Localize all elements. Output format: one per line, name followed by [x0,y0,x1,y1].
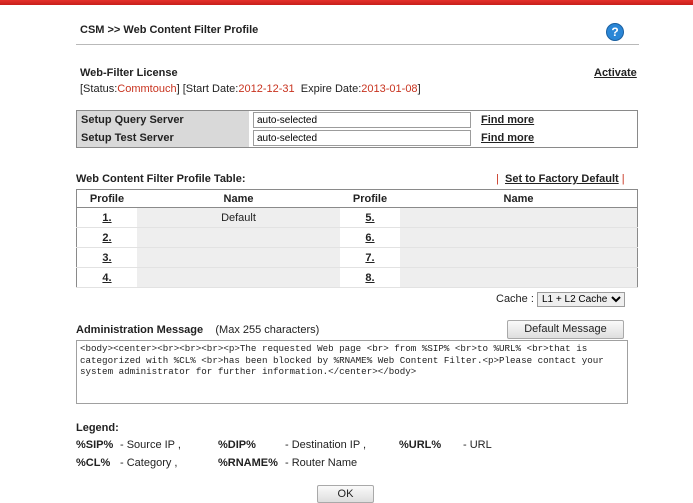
legend-desc-sip: - Source IP , [120,439,181,451]
profile-name-7 [400,247,638,268]
profile-link-6[interactable]: 6. [340,227,400,248]
query-server-input[interactable] [253,112,471,128]
server-table: Setup Query Server Find more Setup Test … [76,110,638,148]
profile-table: Profile Name Profile Name 1. Default 5. … [76,189,638,288]
license-status-line: [Status:Commtouch] [Start Date:2012-12-3… [80,83,421,95]
admin-message-hint: (Max 255 characters) [215,324,320,336]
query-find-more-cell: Find more [477,111,638,130]
cache-label: Cache : [496,293,534,305]
query-server-label: Setup Query Server [76,110,249,129]
query-server-row: Setup Query Server Find more [76,110,638,130]
profile-link-4[interactable]: 4. [76,267,137,288]
header-profile-right: Profile [340,189,400,208]
profile-name-2 [137,227,340,248]
profile-table-header: Profile Name Profile Name [76,189,638,208]
license-title: Web-Filter License [80,67,178,79]
expire-prefix: Expire Date: [300,83,362,95]
legend-desc-cl: - Category , [120,457,178,469]
table-row: 3. 7. [76,247,638,268]
legend-desc-rname: - Router Name [285,457,358,469]
profile-table-title: Web Content Filter Profile Table: [76,173,246,185]
legend-code-dip: %DIP% [218,439,256,451]
header-name-right: Name [400,189,638,208]
ok-button[interactable]: OK [317,485,374,503]
profile-link-1[interactable]: 1. [76,207,137,228]
question-circle-icon[interactable]: ? [606,23,624,41]
test-find-more-link[interactable]: Find more [481,132,534,144]
legend-desc-dip: - Destination IP , [285,439,367,451]
profile-name-3 [137,247,340,268]
query-server-cell [249,111,477,130]
status-prefix: [Status: [80,83,118,95]
cache-group: Cache : L1 + L2 Cache [496,292,625,307]
header-profile-left: Profile [76,189,137,208]
default-message-button[interactable]: Default Message [507,320,624,339]
table-row: 1. Default 5. [76,207,638,228]
profile-name-6 [400,227,638,248]
table-row: 2. 6. [76,227,638,248]
admin-message-heading: Administration Message (Max 255 characte… [76,324,319,336]
profile-name-1: Default [137,207,340,228]
activate-link[interactable]: Activate [594,67,637,79]
test-server-row: Setup Test Server Find more [76,129,638,148]
test-server-input[interactable] [253,130,471,146]
factory-default-group: | Set to Factory Default | [496,173,625,185]
profile-link-3[interactable]: 3. [76,247,137,268]
query-find-more-link[interactable]: Find more [481,114,534,126]
start-prefix: ] [Start Date: [176,83,239,95]
separator-left: | [496,173,499,185]
admin-message-textarea[interactable]: <body><center><br><br><br><p>The request… [76,340,628,404]
profile-name-8 [400,267,638,288]
profile-link-5[interactable]: 5. [340,207,400,228]
test-server-label: Setup Test Server [76,129,249,148]
top-accent-bar [0,0,693,5]
separator-right: | [621,173,625,185]
table-row: 4. 8. [76,267,638,288]
legend-code-rname: %RNAME% [218,457,278,469]
start-date: 2012-12-31 [238,83,295,95]
status-suffix: ] [417,83,421,95]
legend-code-cl: %CL% [76,457,111,469]
page-title: CSM >> Web Content Filter Profile [80,24,259,36]
legend-title: Legend: [76,422,119,434]
profile-name-5 [400,207,638,228]
legend-code-sip: %SIP% [76,439,114,451]
cache-select[interactable]: L1 + L2 Cache [536,292,625,307]
header-divider [76,44,639,45]
legend-desc-url: - URL [463,439,492,451]
profile-link-8[interactable]: 8. [340,267,400,288]
factory-default-link[interactable]: Set to Factory Default [505,173,619,185]
expire-date: 2013-01-08 [361,83,418,95]
profile-link-7[interactable]: 7. [340,247,400,268]
status-value: Commtouch [117,83,177,95]
admin-message-title: Administration Message [76,324,204,336]
header-name-left: Name [137,189,340,208]
legend-code-url: %URL% [399,439,442,451]
profile-name-4 [137,267,340,288]
test-server-cell [249,129,477,148]
profile-link-2[interactable]: 2. [76,227,137,248]
test-find-more-cell: Find more [477,129,638,148]
